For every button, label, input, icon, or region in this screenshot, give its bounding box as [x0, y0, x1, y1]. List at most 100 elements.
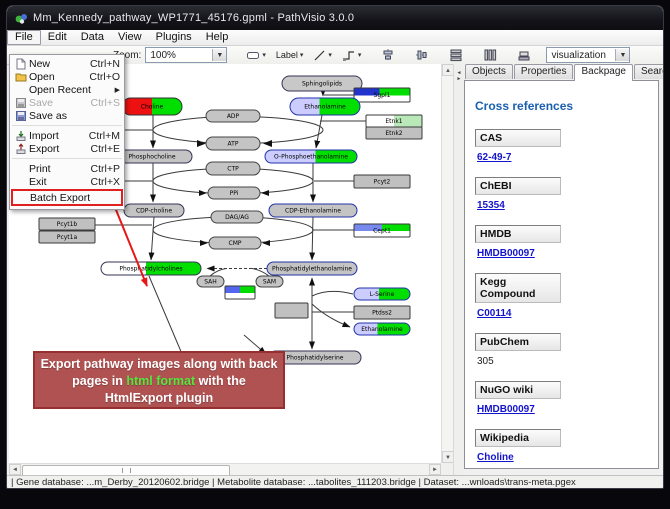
align-center-y-button[interactable] [412, 47, 432, 64]
chevron-down-icon[interactable]: ▼ [212, 49, 226, 61]
chevron-down-icon[interactable]: ▾ [300, 51, 304, 59]
open-folder-icon [12, 71, 29, 83]
scroll-right-icon[interactable]: ► [429, 464, 441, 475]
cross-references-list: CAS62-49-7 ChEBI 15354 HMDBHMDB00097 Kegg Co… [475, 129, 648, 465]
file-menu-item-save[interactable]: SaveCtrl+S [10, 96, 124, 109]
pathway-node-ptdss2[interactable]: Ptdss2 [354, 306, 410, 319]
new-document-icon [12, 58, 29, 70]
file-menu-item-import[interactable]: ImportCtrl+M [10, 129, 124, 142]
pathway-node-etnk2[interactable]: Etnk2 [366, 127, 422, 139]
file-menu-item-export[interactable]: ExportCtrl+E [10, 142, 124, 155]
annotation-callout: Export pathway images along with back pa… [33, 351, 285, 409]
menubar-item-file[interactable]: File [7, 30, 41, 45]
file-menu-item-open-recent[interactable]: Open Recent▶ [10, 83, 124, 96]
menubar-item-edit[interactable]: Edit [41, 31, 74, 44]
pathway-node-sgpl1[interactable]: Sgpl1 [354, 88, 410, 102]
new-label-button[interactable]: Label ▾ [273, 47, 307, 64]
file-menu-item-print[interactable]: PrintCtrl+P [10, 162, 124, 175]
pathway-node-cdp-choline[interactable]: CDP-choline [124, 204, 184, 217]
pathway-node-sam[interactable]: SAM [256, 276, 283, 287]
xref-database-header: Kegg Compound [475, 273, 561, 303]
file-menu-item-batch-export[interactable]: Batch Export [11, 189, 123, 206]
xref-value: 305 [477, 356, 494, 367]
pathway-node-pcyt1b[interactable]: Pcyt1b [39, 218, 95, 230]
svg-text:Choline: Choline [141, 104, 164, 111]
menubar-item-data[interactable]: Data [74, 31, 111, 44]
align-center-x-icon [381, 48, 395, 62]
xref-section-nugo-wiki: NuGO wiki HMDB00097 [475, 381, 648, 417]
file-menu-item-new[interactable]: NewCtrl+N [10, 57, 124, 70]
tab-objects[interactable]: Objects [465, 64, 513, 79]
file-menu-item-open[interactable]: OpenCtrl+O [10, 70, 124, 83]
menu-separator [12, 158, 122, 159]
xref-link[interactable]: HMDB00097 [477, 404, 535, 415]
pathway-node-etnk1[interactable]: Etnk1 [366, 115, 422, 127]
xref-link[interactable]: 62-49-7 [477, 152, 511, 163]
chevron-down-icon[interactable]: ▾ [328, 51, 332, 59]
chevron-down-icon[interactable]: ▾ [262, 51, 266, 59]
pathway-node-o-phosphoethanolamine[interactable]: O-Phosphoethanolamine [265, 150, 357, 163]
title-bar[interactable]: Mm_Kennedy_pathway_WP1771_45176.gpml - P… [7, 6, 663, 30]
xref-link[interactable]: HMDB00097 [477, 248, 535, 259]
backpage-content: Cross references CAS62-49-7ChEBI15354HMD… [464, 80, 659, 469]
pathway-node-sah[interactable]: SAH [197, 276, 224, 287]
pathway-node-atp[interactable]: ATP [206, 137, 260, 150]
pathway-node-pcyt2[interactable]: Pcyt2 [354, 175, 410, 188]
visualization-combobox[interactable]: visualization ▼ [546, 47, 630, 63]
xref-database-header: ChEBI [475, 177, 561, 195]
zoom-combobox[interactable]: 100% ▼ [145, 47, 227, 63]
menubar-item-help[interactable]: Help [199, 31, 236, 44]
menu-item-label: Open Recent [29, 84, 91, 96]
pathway-node-gene-box-partial-1[interactable] [225, 286, 255, 299]
pathway-node-cmp[interactable]: CMP [209, 237, 261, 249]
xref-link[interactable]: Choline [477, 452, 514, 463]
xref-section-hmdb: HMDBHMDB00097 [475, 225, 648, 261]
pathway-node-pcyt1a[interactable]: Pcyt1a [39, 231, 95, 243]
svg-text:Etnk2: Etnk2 [385, 130, 402, 137]
xref-link[interactable]: 15354 [477, 200, 505, 211]
svg-text:CMP: CMP [229, 240, 242, 247]
file-menu-item-save-as[interactable]: Save as [10, 109, 124, 122]
pathway-node-ppi[interactable]: PPi [208, 187, 260, 199]
pathway-node-gene-box-partial-2[interactable] [275, 303, 308, 318]
pathway-node-ethanolamine-top[interactable]: Ethanolamine [290, 98, 360, 115]
menubar-item-plugins[interactable]: Plugins [149, 31, 199, 44]
xref-section-cas: CAS62-49-7 [475, 129, 648, 165]
menu-item-label: New [29, 58, 50, 70]
menu-icon-blank [12, 84, 29, 96]
menu-item-shortcut: Ctrl+S [91, 97, 120, 109]
pathway-node-dag-ag[interactable]: DAG/AG [211, 211, 263, 223]
pathway-node-l-serine[interactable]: L-Serine [354, 288, 410, 300]
svg-text:CDP-Ethanolamine: CDP-Ethanolamine [285, 208, 341, 215]
distribute-horizontal-button[interactable] [480, 47, 500, 64]
save-icon [12, 97, 29, 109]
pathway-node-choline-top[interactable]: Choline [122, 98, 182, 115]
new-connector-button[interactable]: ▾ [339, 47, 365, 64]
xref-link[interactable]: C00114 [477, 308, 511, 319]
xref-database-header: NuGO wiki [475, 381, 561, 399]
pathway-node-phosphatidylethanolamine[interactable]: Phosphatidylethanolamine [267, 262, 357, 275]
menu-item-label: Save as [29, 110, 67, 122]
tab-backpage[interactable]: Backpage [574, 64, 632, 81]
distribute-vertical-button[interactable] [446, 47, 466, 64]
file-menu-item-exit[interactable]: ExitCtrl+X [10, 175, 124, 188]
pathway-node-sphingolipids[interactable]: Sphingolipids [282, 76, 362, 91]
chevron-down-icon[interactable]: ▼ [615, 49, 629, 61]
pathway-node-ctp[interactable]: CTP [206, 162, 260, 175]
new-datanode-button[interactable]: ▾ [243, 47, 269, 64]
new-line-button[interactable]: ▾ [310, 47, 335, 64]
pathway-node-ethanolamine-bottom[interactable]: Ethanolamine [354, 323, 410, 335]
chevron-down-icon[interactable]: ▾ [358, 51, 362, 59]
pathway-node-cdp-ethanolamine[interactable]: CDP-Ethanolamine [269, 204, 357, 217]
align-center-x-button[interactable] [378, 47, 398, 64]
menubar-item-view[interactable]: View [111, 31, 149, 44]
tab-search[interactable]: Search [634, 64, 664, 79]
pathway-node-cept1[interactable]: Cept1 [354, 224, 410, 237]
pathway-node-adp[interactable]: ADP [206, 110, 260, 122]
tab-properties[interactable]: Properties [514, 64, 574, 79]
menu-item-shortcut: Ctrl+E [91, 143, 120, 155]
scroll-left-icon[interactable]: ◄ [9, 464, 21, 475]
common-size-button[interactable] [514, 47, 534, 64]
annotation-line3: HtmlExport plugin [105, 391, 213, 405]
pathway-node-phosphatidylcholines[interactable]: Phosphatidylcholines [101, 262, 201, 275]
